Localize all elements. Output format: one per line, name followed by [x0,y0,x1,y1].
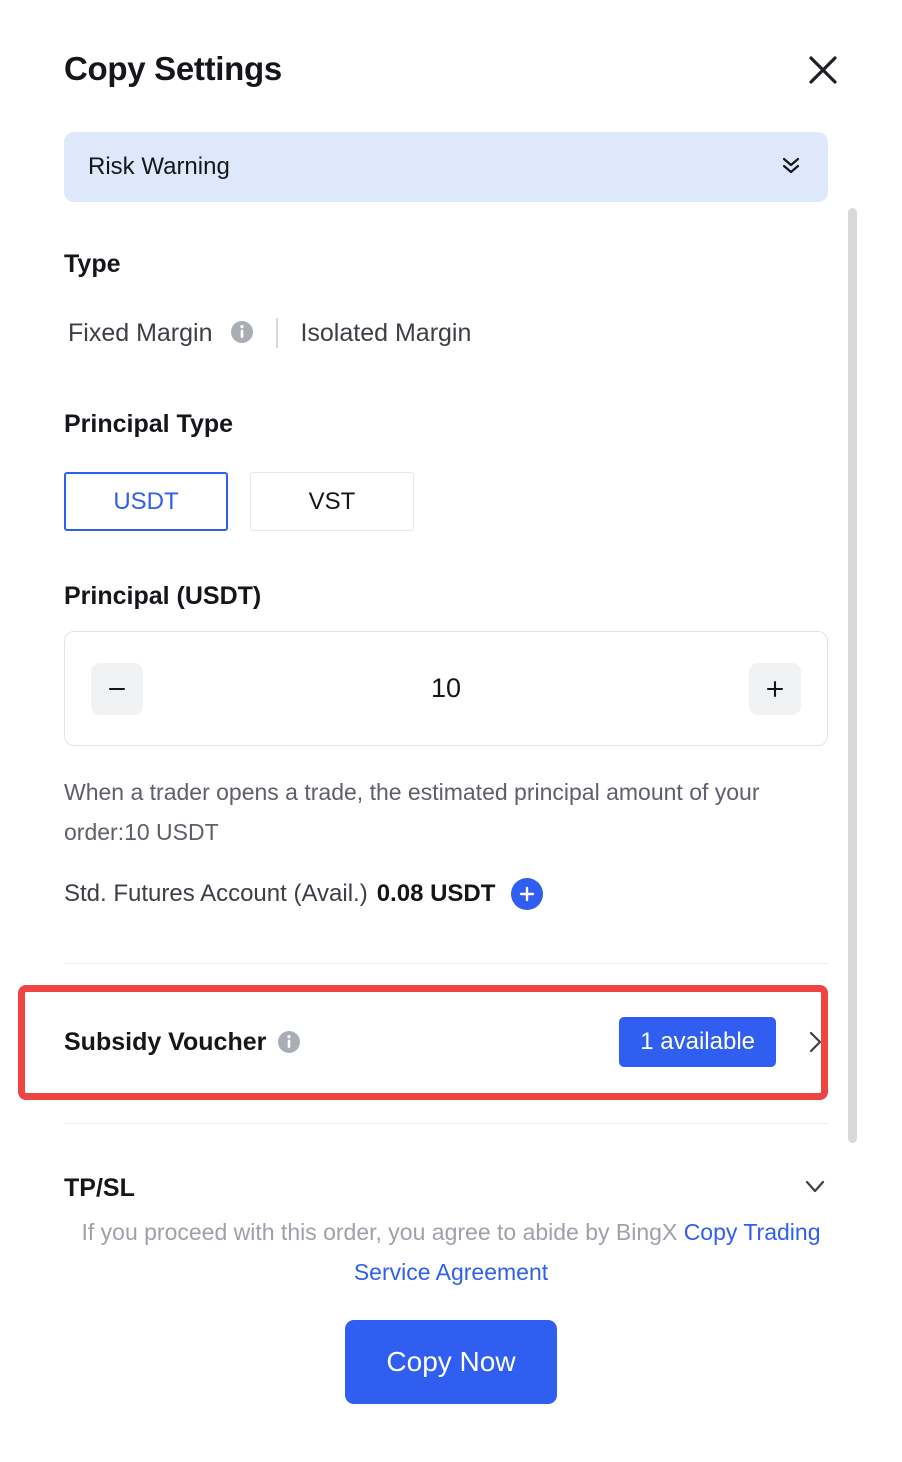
increment-button[interactable] [749,663,801,715]
type-option-fixed-margin-label: Fixed Margin [68,319,213,347]
subsidy-voucher-label: Subsidy Voucher [64,1028,266,1057]
modal-footer: If you proceed with this order, you agre… [0,1200,902,1462]
info-icon[interactable] [230,320,254,344]
available-balance-label: Std. Futures Account (Avail.) [64,880,368,908]
chevron-right-icon[interactable] [802,1029,828,1055]
principal-hint-text: When a trader opens a trade, the estimat… [64,772,804,852]
type-option-isolated-margin[interactable]: Isolated Margin [300,319,471,348]
principal-type-tabs: USDT VST [64,472,414,531]
type-divider [276,318,278,348]
close-icon[interactable] [799,46,847,94]
quantity-stepper: 10 [64,631,828,746]
plus-circle-icon[interactable] [511,878,543,910]
risk-warning-banner[interactable]: Risk Warning [64,132,828,202]
copy-now-button[interactable]: Copy Now [345,1320,557,1404]
type-options: Fixed Margin Isolated Margin [68,318,471,348]
divider-above-voucher [64,963,828,964]
chevron-down-icon[interactable] [802,1173,828,1201]
info-icon[interactable] [277,1030,301,1054]
settings-scroll-area: Risk Warning Type Fixed Margin [0,110,902,1200]
principal-type-tab-vst[interactable]: VST [250,472,414,531]
status-badge[interactable]: 1 available [619,1017,776,1067]
principal-type-tab-usdt[interactable]: USDT [64,472,228,531]
principal-amount-section-title: Principal (USDT) [64,582,261,611]
vertical-scrollbar[interactable] [848,208,857,1143]
principal-type-section-title: Principal Type [64,410,233,439]
principal-amount-input[interactable]: 10 [143,673,749,704]
decrement-button[interactable] [91,663,143,715]
divider-below-voucher [64,1123,828,1124]
agreement-prefix: If you proceed with this order, you agre… [81,1219,683,1245]
tpsl-label: TP/SL [64,1174,802,1201]
page-title: Copy Settings [64,50,282,88]
subsidy-voucher-row[interactable]: Subsidy Voucher 1 available [64,1000,828,1084]
agreement-text: If you proceed with this order, you agre… [64,1212,838,1292]
scrollbar-thumb[interactable] [848,208,857,1143]
tpsl-row[interactable]: TP/SL [64,1153,828,1200]
modal-header: Copy Settings [0,0,902,110]
risk-warning-label: Risk Warning [88,153,778,181]
type-section-title: Type [64,250,121,279]
double-chevron-down-icon[interactable] [778,152,804,183]
subsidy-voucher-label-group: Subsidy Voucher [64,1028,619,1057]
type-option-fixed-margin[interactable]: Fixed Margin [68,319,254,348]
copy-settings-modal: Copy Settings Risk Warning Type [0,0,902,1462]
available-balance-value: 0.08 USDT [377,880,496,908]
available-balance-row: Std. Futures Account (Avail.) 0.08 USDT [64,878,543,910]
